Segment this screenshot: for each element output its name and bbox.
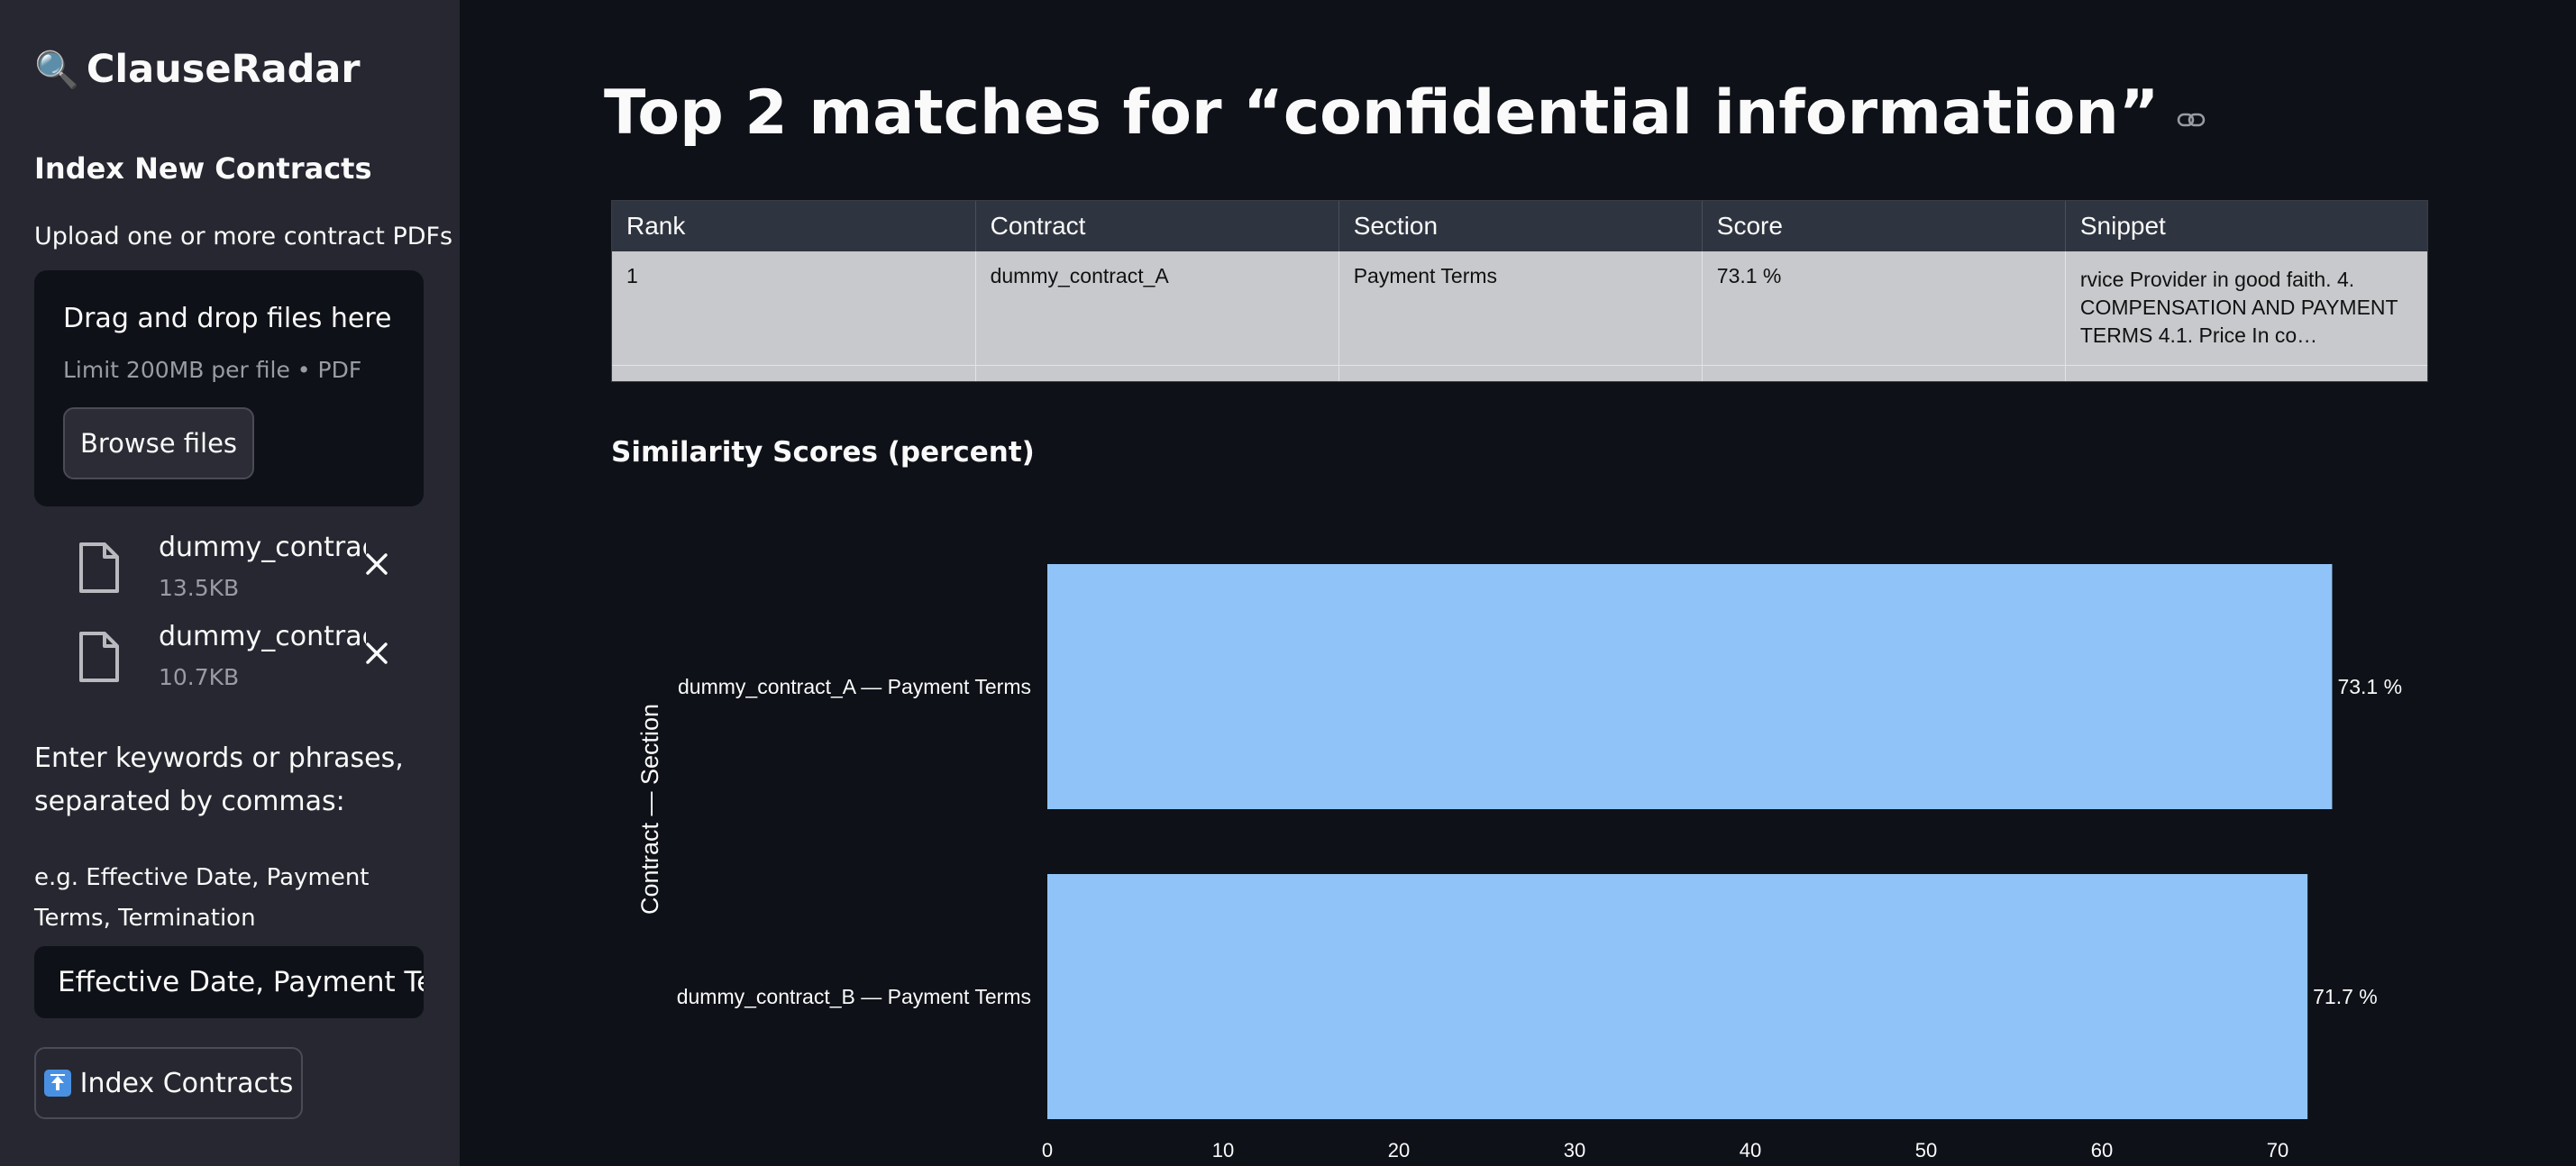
results-table[interactable]: Rank Contract Section Score Snippet 1 du… [611, 200, 2428, 382]
x-tick-label: 30 [1564, 1139, 1585, 1161]
data-label: 73.1 % [2337, 675, 2402, 698]
magnifier-icon: 🔍 [34, 49, 79, 91]
column-header-rank[interactable]: Rank [612, 201, 976, 251]
file-name: dummy_contract_B.pdf [159, 621, 366, 652]
sidebar: 🔍 ClauseRadar Index New Contracts Upload… [0, 0, 460, 1166]
upload-arrow-icon [43, 1070, 71, 1097]
file-size: 10.7KB [159, 664, 240, 690]
page-title: Top 2 matches for “confidential informat… [604, 77, 2206, 149]
remove-file-icon[interactable] [359, 546, 395, 582]
cell-contract: dummy_contract_A [975, 251, 1339, 366]
dropzone-limit: Limit 200MB per file • PDF [63, 357, 362, 383]
file-name: dummy_contract_A.pdf [159, 532, 366, 563]
cell-rank [612, 365, 976, 381]
data-label: 71.7 % [2313, 985, 2378, 1008]
cell-snippet: rvice Provider in good faith. 4. COMPENS… [2065, 251, 2427, 366]
keywords-input[interactable]: Effective Date, Payment Terms [34, 946, 424, 1018]
anchor-link-icon[interactable] [2176, 105, 2206, 135]
uploaded-file-item: dummy_contract_A.pdf 13.5KB [72, 532, 433, 613]
column-header-contract[interactable]: Contract [975, 201, 1339, 251]
cell-section: Payment Terms [1338, 251, 1703, 366]
x-tick-label: 70 [2267, 1139, 2288, 1161]
column-header-section[interactable]: Section [1338, 201, 1703, 251]
index-section-header: Index New Contracts [34, 151, 372, 186]
cell-contract [975, 365, 1339, 381]
index-contracts-button[interactable]: Index Contracts [34, 1047, 303, 1119]
page-title-text: Top 2 matches for “confidential informat… [604, 77, 2160, 149]
keywords-help-text: e.g. Effective Date, Payment Terms, Term… [34, 864, 370, 932]
x-tick-label: 0 [1042, 1139, 1053, 1161]
file-icon [79, 542, 119, 593]
app-title-text: ClauseRadar [86, 47, 361, 92]
similarity-bar-chart: dummy_contract_A — Payment Terms 73.1 % du… [636, 564, 2402, 1161]
file-icon [79, 632, 119, 682]
dropzone-title: Drag and drop files here [63, 303, 392, 334]
table-row: 1 dummy_contract_A Payment Terms 73.1 % … [612, 251, 2427, 366]
index-contracts-label: Index Contracts [79, 1067, 294, 1099]
upload-label: Upload one or more contract PDFs [34, 223, 453, 251]
cell-score: 73.1 % [1702, 251, 2066, 366]
category-label: dummy_contract_B — Payment Terms [677, 985, 1031, 1008]
remove-file-icon[interactable] [359, 635, 395, 671]
column-header-snippet[interactable]: Snippet [2065, 201, 2427, 251]
keywords-label: Enter keywords or phrases, separated by … [34, 742, 404, 817]
chart-bar [1047, 564, 2333, 809]
x-tick-label: 20 [1388, 1139, 1410, 1161]
x-tick-label: 50 [1915, 1139, 1937, 1161]
uploaded-file-item: dummy_contract_B.pdf 10.7KB [72, 621, 433, 702]
category-label: dummy_contract_A — Payment Terms [678, 675, 1031, 698]
y-axis-label: Contract — Section [636, 704, 663, 915]
x-tick-label: 60 [2091, 1139, 2113, 1161]
table-row [612, 365, 2427, 381]
cell-score [1702, 365, 2066, 381]
column-header-score[interactable]: Score [1702, 201, 2066, 251]
file-size: 13.5KB [159, 575, 240, 601]
x-tick-label: 10 [1212, 1139, 1234, 1161]
cell-rank: 1 [612, 251, 976, 366]
table-header-row: Rank Contract Section Score Snippet [612, 201, 2427, 251]
browse-files-button[interactable]: Browse files [63, 407, 254, 479]
cell-snippet [2065, 365, 2427, 381]
chart-title: Similarity Scores (percent) [611, 436, 1035, 469]
cell-section [1338, 365, 1703, 381]
chart-bar [1047, 874, 2308, 1119]
app-title: 🔍 ClauseRadar [34, 47, 361, 92]
x-tick-label: 40 [1740, 1139, 1761, 1161]
file-dropzone[interactable]: Drag and drop files here Limit 200MB per… [34, 270, 424, 506]
